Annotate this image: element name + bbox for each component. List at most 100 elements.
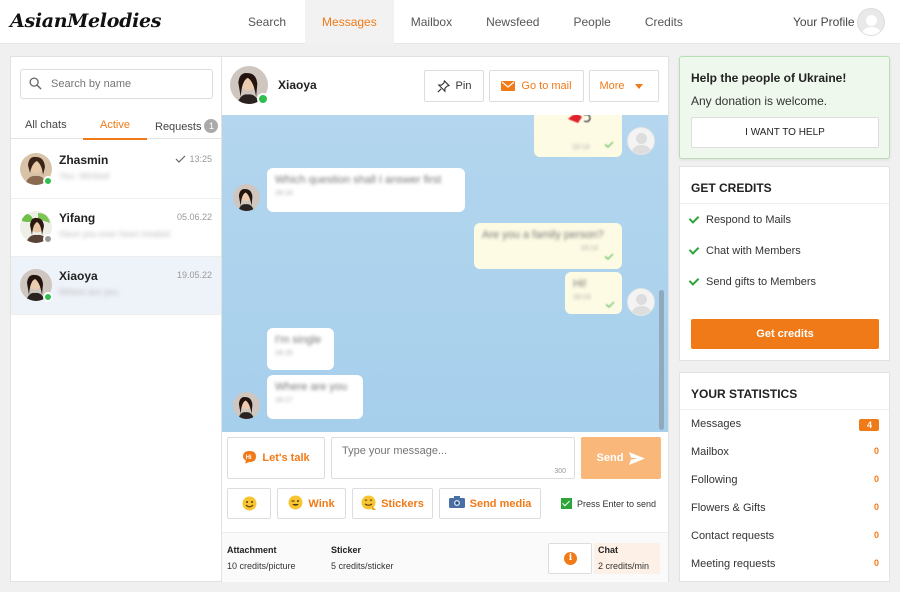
chat-name: Xiaoya [59,269,98,283]
nav-search[interactable]: Search [229,0,305,44]
stat-row-mailbox[interactable]: Mailbox 0 [691,446,879,462]
go-to-mail-button[interactable]: Go to mail [489,70,584,102]
message-bubble-received: Where are you 16:17 [267,375,363,419]
send-button[interactable]: Send [581,437,661,479]
contact-name[interactable]: Xiaoya [278,78,317,92]
sticker-image [568,115,591,123]
send-media-button[interactable]: Send media [439,488,541,519]
wink-button[interactable]: Wink [277,488,346,519]
ukraine-title: Help the people of Ukraine! [691,71,847,85]
stat-value: 0 [873,558,879,568]
send-media-label: Send media [469,497,532,510]
requests-count-badge: 1 [204,119,219,133]
pin-icon [437,79,450,92]
online-status-dot [257,93,269,105]
message-input[interactable] [342,445,562,471]
chat-cost-label: Chat [598,545,618,555]
feature-item: Chat with Members [688,244,801,257]
stat-label: Mailbox [691,446,729,458]
get-credits-card: GET CREDITS Respond to Mails Chat with M… [679,166,890,361]
feature-item: Respond to Mails [688,213,791,226]
divider [680,203,889,204]
sticker-icon [361,495,377,513]
contact-avatar [233,184,260,211]
check-icon [688,213,700,224]
message-scrollbar[interactable] [659,290,664,430]
chat-preview: Where are you [59,287,119,297]
press-enter-checkbox[interactable] [561,498,572,509]
message-time: 16:14 [275,190,293,197]
tab-all-chats[interactable]: All chats [25,119,67,131]
main-nav: Search Messages Mailbox Newsfeed People … [229,0,700,44]
stat-row-contact-requests[interactable]: Contact requests 0 [691,530,879,546]
lets-talk-button[interactable]: Hi Let's talk [227,437,325,479]
nav-newsfeed[interactable]: Newsfeed [469,0,556,44]
offline-status-dot [43,234,53,244]
compose-area: Hi Let's talk 300 Send Wink Stickers Sen… [222,432,668,540]
tab-active[interactable]: Active [83,119,147,131]
active-tab-indicator [83,138,147,140]
chat-name: Yifang [59,211,96,225]
chat-tabs: All chats Active Requests 1 [11,115,221,140]
online-status-dot [43,292,53,302]
stat-value: 0 [873,502,879,512]
conversation-panel: Xiaoya Pin Go to mail More 16:14 Which q… [222,56,669,582]
stat-label: Meeting requests [691,558,776,570]
hi-bubble-icon: Hi [242,450,257,467]
message-area[interactable]: 16:14 Which question shall I answer firs… [222,115,668,432]
mail-icon [501,81,516,91]
stickers-button[interactable]: Stickers [352,488,433,519]
lets-talk-label: Let's talk [262,452,310,464]
get-credits-button[interactable]: Get credits [691,319,879,349]
stat-value: 0 [873,530,879,540]
search-input[interactable] [51,75,206,93]
pin-label: Pin [455,80,472,92]
wink-icon [288,495,303,513]
chat-name: Zhasmin [59,153,109,167]
my-avatar [627,288,655,316]
tab-requests-label: Requests [155,121,202,133]
info-icon[interactable] [548,543,592,574]
statistics-title: YOUR STATISTICS [691,387,798,401]
message-input-box[interactable]: 300 [331,437,575,479]
emoji-button[interactable] [227,488,271,519]
stat-row-following[interactable]: Following 0 [691,474,879,490]
stat-value: 0 [873,474,879,484]
chat-item[interactable]: Yifang 05.06.22 Have you ever been treat… [11,199,221,257]
nav-messages[interactable]: Messages [305,0,394,44]
get-credits-title: GET CREDITS [691,181,772,195]
tab-requests[interactable]: Requests 1 [155,119,219,133]
message-bubble-received: Which question shall I answer first 16:1… [267,168,465,212]
divider [680,409,889,410]
contact-avatar [233,392,260,419]
my-avatar [627,127,655,155]
go-to-mail-label: Go to mail [521,80,572,92]
search-box[interactable] [20,69,213,99]
feature-item: Send gifts to Members [688,275,816,288]
message-text: Which question shall I answer first [275,174,442,186]
smiley-icon [242,496,256,511]
stat-row-messages[interactable]: Messages 4 [691,418,879,434]
message-time: 16:14 [580,245,598,252]
chat-item-selected[interactable]: Xiaoya 19.05.22 Where are you [11,257,221,315]
your-profile-link[interactable]: Your Profile [793,15,855,29]
wink-label: Wink [308,497,335,510]
i-want-to-help-button[interactable]: I WANT TO HELP [691,117,879,148]
nav-mailbox[interactable]: Mailbox [394,0,469,44]
read-check-icon [605,301,615,308]
pin-button[interactable]: Pin [424,70,484,102]
message-time: 16:14 [573,294,591,301]
stat-label: Following [691,474,738,486]
nav-credits[interactable]: Credits [628,0,700,44]
message-time: 16:17 [275,397,293,404]
stat-row-flowers-gifts[interactable]: Flowers & Gifts 0 [691,502,879,518]
stat-label: Messages [691,418,742,430]
stat-row-meeting-requests[interactable]: Meeting requests 0 [691,558,879,574]
chat-time: 13:25 [175,154,212,164]
profile-avatar[interactable] [857,8,885,36]
nav-people[interactable]: People [556,0,627,44]
more-dropdown[interactable]: More [589,70,659,102]
brand-logo[interactable]: AsianMelodies [10,10,161,32]
chat-preview: You: Winked [59,171,110,181]
chat-item[interactable]: Zhasmin 13:25 You: Winked [11,141,221,199]
